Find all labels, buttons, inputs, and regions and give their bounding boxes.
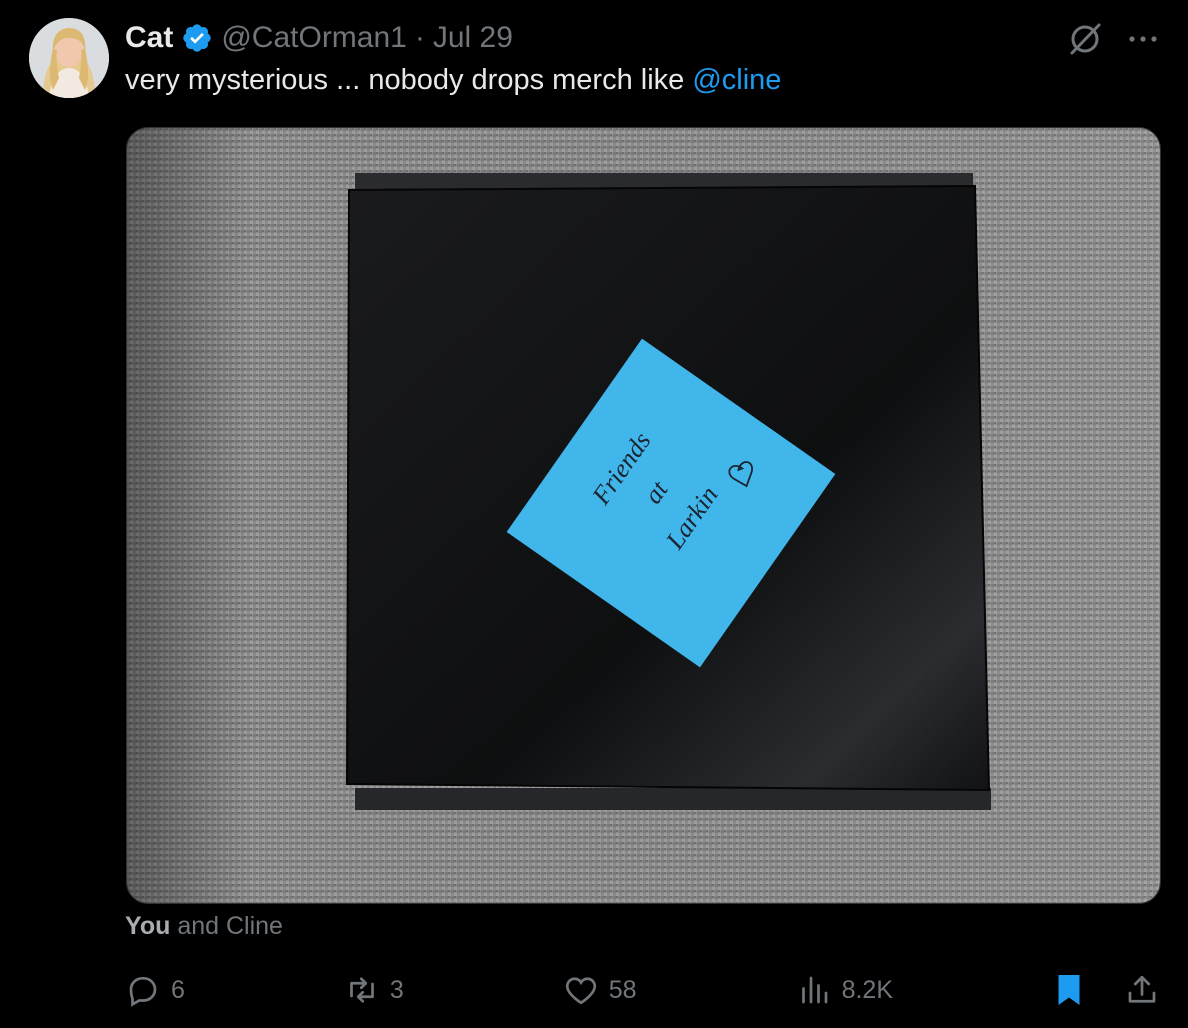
author-handle[interactable]: @CatOrman1 — [221, 21, 407, 55]
views-icon — [796, 972, 832, 1008]
like-button[interactable]: 58 — [563, 972, 637, 1008]
top-actions — [1066, 20, 1158, 58]
grok-icon[interactable] — [1066, 20, 1104, 58]
bookmark-button[interactable] — [1052, 972, 1086, 1008]
tweet-media[interactable]: Friends at Larkin — [126, 127, 1161, 904]
mention-link[interactable]: @cline — [692, 64, 781, 96]
share-button[interactable] — [1124, 972, 1160, 1008]
more-icon[interactable] — [1128, 34, 1158, 44]
share-icon — [1124, 972, 1160, 1008]
avatar[interactable] — [29, 18, 109, 98]
media-photo: Friends at Larkin — [127, 128, 1160, 903]
reply-icon — [125, 972, 161, 1008]
reply-button[interactable]: 6 — [125, 972, 185, 1008]
tweet-date[interactable]: Jul 29 — [433, 21, 513, 55]
reply-count: 6 — [171, 975, 185, 1004]
liked-by-you: You — [125, 912, 171, 940]
liked-by[interactable]: You and Cline — [125, 912, 283, 941]
repost-count: 3 — [389, 975, 404, 1004]
heart-icon — [563, 972, 599, 1008]
repost-icon — [344, 972, 380, 1008]
verified-badge-icon — [181, 22, 213, 54]
views-count: 8.2K — [841, 975, 894, 1004]
actions-right — [1052, 972, 1160, 1008]
separator: · — [414, 21, 425, 54]
views-button[interactable]: 8.2K — [796, 972, 893, 1008]
repost-button[interactable]: 3 — [344, 972, 404, 1008]
bookmark-icon — [1052, 972, 1086, 1008]
liked-by-rest: and Cline — [170, 912, 283, 940]
like-count: 58 — [608, 975, 637, 1004]
avatar-image — [29, 18, 109, 98]
display-name[interactable]: Cat — [125, 21, 173, 55]
tweet-header: Cat @CatOrman1 · Jul 29 — [125, 18, 513, 58]
tweet-text-body: very mysterious ... nobody drops merch l… — [125, 64, 693, 96]
tweet-text: very mysterious ... nobody drops merch l… — [125, 64, 781, 97]
action-bar: 6 3 58 8.2K — [125, 968, 1160, 1012]
